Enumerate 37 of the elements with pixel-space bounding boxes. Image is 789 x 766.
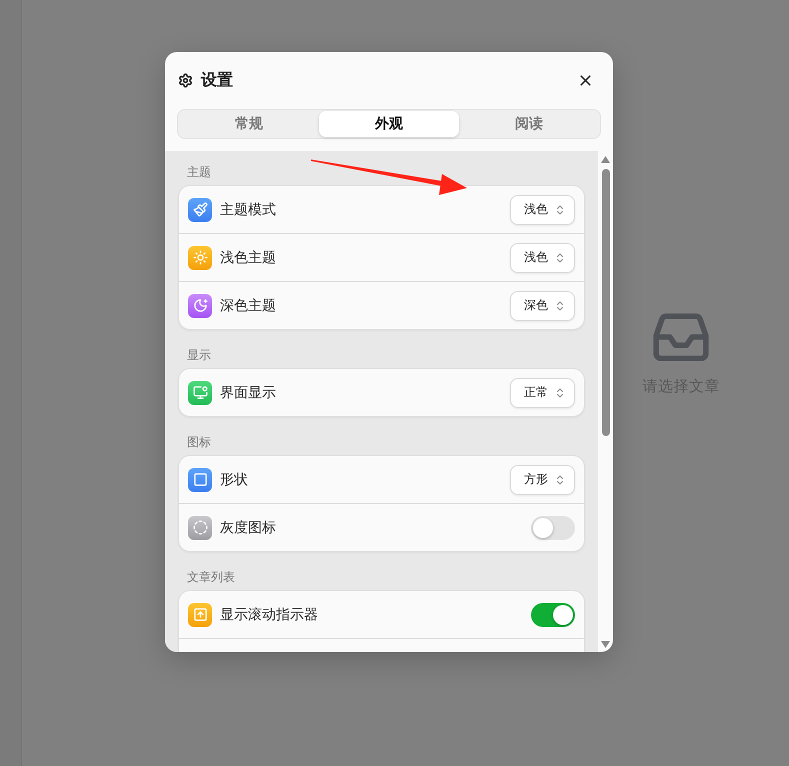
square-icon (188, 468, 212, 492)
setting-label: 浅色主题 (220, 248, 277, 266)
section-heading: 显示 (186, 347, 212, 363)
chevron-updown-icon (554, 204, 566, 216)
section-heading: 主题 (186, 164, 212, 180)
setting-label: 显示滚动指示器 (220, 606, 319, 624)
chevron-updown-icon (554, 386, 566, 398)
dialog-title: 设置 (201, 70, 234, 91)
sun-icon (188, 246, 212, 270)
scroll-up-arrow-icon[interactable] (601, 156, 610, 163)
inbox-icon (652, 312, 710, 360)
chevron-updown-icon (554, 300, 566, 312)
gear-icon (178, 73, 193, 88)
setting-label: 灰度图标 (220, 518, 277, 536)
tab[interactable]: 阅读 (459, 111, 599, 137)
monitor-icon (188, 380, 212, 404)
section-heading: 文章列表 (186, 569, 236, 585)
tab[interactable]: 常规 (179, 111, 319, 137)
setting-label: 主题模式 (220, 200, 277, 218)
tab[interactable]: 外观 (319, 111, 459, 137)
arrow-up-square-icon (188, 602, 212, 626)
setting-label: 形状 (220, 470, 249, 488)
dropdown-select[interactable]: 深色 (510, 290, 575, 320)
dropdown-select[interactable]: 浅色 (510, 242, 575, 272)
dropdown-select[interactable]: 浅色 (510, 194, 575, 224)
dropdown-select[interactable]: 正常 (510, 378, 575, 408)
chevron-updown-icon (554, 474, 566, 486)
setting-label: 界面显示 (220, 384, 277, 402)
dropdown-select[interactable]: 方形 (510, 464, 575, 494)
scroll-down-arrow-icon[interactable] (601, 641, 610, 648)
paintbrush-icon (188, 198, 212, 222)
toggle-switch[interactable] (531, 516, 575, 540)
chevron-updown-icon (554, 252, 566, 264)
setting-label: 深色主题 (220, 296, 277, 314)
scrollbar-thumb[interactable] (602, 169, 610, 436)
toggle-switch[interactable] (531, 602, 575, 626)
section-heading: 图标 (186, 434, 212, 450)
